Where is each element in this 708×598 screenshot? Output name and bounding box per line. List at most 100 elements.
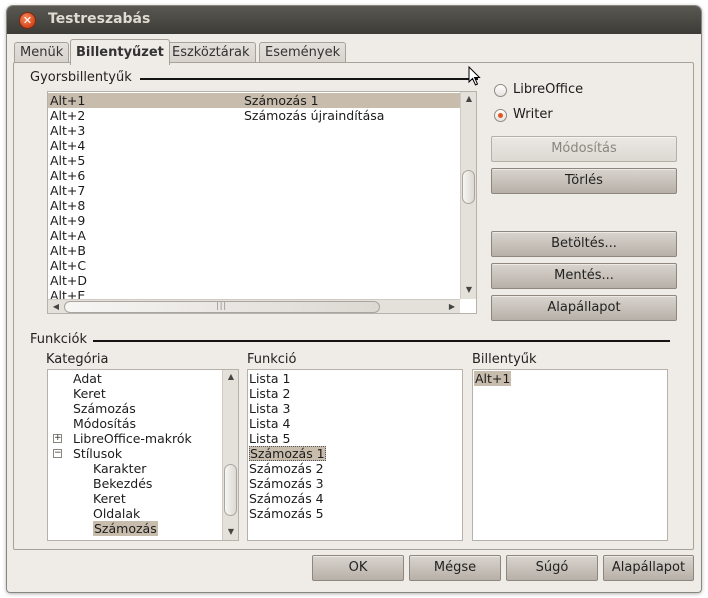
function-item[interactable]: Lista 5 [248,431,462,446]
function-heading: Funkció [247,352,297,367]
category-item[interactable]: − Stílusok [48,446,222,461]
functions-divider [93,340,670,342]
scroll-down-icon[interactable]: ▼ [461,285,476,294]
scroll-thumb[interactable] [462,170,475,204]
function-item[interactable]: Számozás 3 [248,476,462,491]
function-label: Számozás 1 [249,446,326,461]
shortcut-list[interactable]: Alt+1 Számozás 1 Alt+2 Számozás újraindítás… [47,91,477,314]
function-item[interactable]: Számozás 2 [248,461,462,476]
title-bar: ✕ Testreszabás [7,6,701,34]
category-label: Számozás [93,521,158,536]
shortcut-key: Alt+B [50,243,86,258]
save-button-label: Mentés... [554,268,614,283]
function-item[interactable]: Számozás 4 [248,491,462,506]
scroll-up-icon[interactable]: ▲ [461,94,476,103]
shortcut-key: Alt+7 [50,183,86,198]
modify-button[interactable]: Módosítás [491,136,677,162]
tab-menus[interactable]: Menük [14,42,70,64]
keys-list[interactable]: Alt+1 [472,369,668,541]
scroll-down-icon[interactable]: ▼ [223,527,238,536]
category-label: Bekezdés [93,476,153,491]
radio-writer[interactable] [494,109,507,122]
scroll-thumb[interactable] [224,464,237,516]
shortcut-key: Alt+D [50,273,88,288]
category-item[interactable]: Keret [48,386,222,401]
category-item[interactable]: Adat [48,371,222,386]
cancel-button-label: Mégse [433,560,477,575]
category-item[interactable]: Keret [48,491,222,506]
shortcut-row[interactable]: Alt+7 [48,183,460,198]
tab-events[interactable]: Események [259,42,347,64]
shortcut-row[interactable]: Alt+D [48,273,460,288]
radio-libreoffice[interactable] [494,84,507,97]
category-item[interactable]: Módosítás [48,416,222,431]
mouse-pointer-icon [468,66,481,86]
section-divider [140,78,478,80]
window-title: Testreszabás [48,11,151,27]
shortcut-key: Alt+3 [50,123,86,138]
function-label: Lista 4 [249,416,291,431]
reset-side-button[interactable]: Alapállapot [491,295,677,321]
shortcut-vertical-scrollbar[interactable]: ▲ ▼ [460,92,476,299]
function-item[interactable]: Számozás 5 [248,506,462,521]
help-button-label: Súgó [535,560,569,575]
category-label: Számozás [73,401,136,416]
shortcut-key: Alt+5 [50,153,86,168]
shortcut-key: Alt+2 [50,108,86,123]
help-button[interactable]: Súgó [506,555,598,581]
reset-footer-button[interactable]: Alapállapot [603,555,694,581]
category-label: Adat [73,371,102,386]
modify-button-label: Módosítás [551,141,617,156]
delete-button-label: Törlés [565,173,603,188]
function-item[interactable]: Lista 3 [248,401,462,416]
category-item[interactable]: Bekezdés [48,476,222,491]
function-item[interactable]: Számozás 1 [248,446,462,461]
category-tree[interactable]: Adat Keret Számozás Módosítás + LibreOffice-m… [47,369,239,541]
category-scrollbar[interactable]: ▲ ▼ [222,370,238,540]
shortcut-row[interactable]: Alt+C [48,258,460,273]
shortcut-row[interactable]: Alt+5 [48,153,460,168]
shortcut-row[interactable]: Alt+6 [48,168,460,183]
scroll-up-icon[interactable]: ▲ [223,372,238,381]
category-heading: Kategória [46,352,109,367]
shortcut-horizontal-scrollbar[interactable]: ◀ ||| ▶ [48,299,460,313]
category-item[interactable]: Oldalak [48,506,222,521]
shortcut-row[interactable]: Alt+1 Számozás 1 [48,93,460,108]
key-label: Alt+1 [474,371,512,386]
cancel-button[interactable]: Mégse [409,555,501,581]
close-icon[interactable]: ✕ [19,12,36,29]
save-button[interactable]: Mentés... [491,263,677,289]
shortcut-key: Alt+9 [50,213,86,228]
tab-toolbars[interactable]: Eszköztárak [166,42,256,64]
expand-icon[interactable]: + [53,434,62,443]
scroll-left-icon[interactable]: ◀ [48,302,64,311]
category-item[interactable]: Számozás [48,401,222,416]
radio-libreoffice-label[interactable]: LibreOffice [513,82,583,97]
tab-keyboard[interactable]: Billentyűzet [70,39,170,65]
category-item[interactable]: + LibreOffice-makrók [48,431,222,446]
shortcut-key: Alt+6 [50,168,86,183]
shortcut-row[interactable]: Alt+B [48,243,460,258]
radio-writer-label[interactable]: Writer [513,107,553,122]
ok-button[interactable]: OK [312,555,404,581]
shortcut-row[interactable]: Alt+A [48,228,460,243]
function-item[interactable]: Lista 1 [248,371,462,386]
function-item[interactable]: Lista 4 [248,416,462,431]
scroll-right-icon[interactable]: ▶ [444,302,460,311]
key-item[interactable]: Alt+1 [473,371,667,386]
function-list[interactable]: Lista 1 Lista 2 Lista 3 Lista 4 Lista 5 Számo… [247,369,463,541]
category-item[interactable]: Számozás [48,521,222,536]
keys-heading: Billentyűk [472,352,537,367]
delete-button[interactable]: Törlés [491,168,677,194]
shortcut-row[interactable]: Alt+3 [48,123,460,138]
function-item[interactable]: Lista 2 [248,386,462,401]
function-label: Lista 5 [249,431,291,446]
shortcut-row[interactable]: Alt+9 [48,213,460,228]
collapse-icon[interactable]: − [53,449,62,458]
function-label: Számozás 2 [249,461,324,476]
shortcut-row[interactable]: Alt+4 [48,138,460,153]
shortcut-row[interactable]: Alt+2 Számozás újraindítása [48,108,460,123]
load-button[interactable]: Betöltés... [491,231,677,257]
shortcut-row[interactable]: Alt+8 [48,198,460,213]
category-item[interactable]: Karakter [48,461,222,476]
